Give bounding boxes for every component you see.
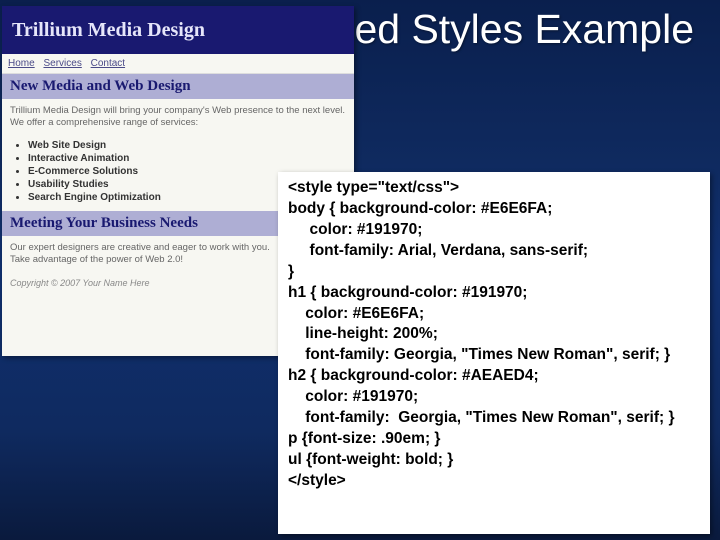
nav-link-home: Home: [8, 58, 35, 69]
example-h2-new-media: New Media and Web Design: [2, 74, 354, 99]
list-item: Interactive Animation: [28, 153, 346, 164]
nav-link-services: Services: [43, 58, 81, 69]
nav-link-contact: Contact: [91, 58, 125, 69]
meet-line2: Take advantage of the power of Web 2.0!: [10, 254, 183, 265]
meet-line1: Our expert designers are creative and ea…: [10, 242, 270, 253]
intro-line1: Trillium Media Design will bring your co…: [10, 105, 345, 116]
example-nav: Home Services Contact: [2, 54, 354, 74]
example-h1: Trillium Media Design: [2, 6, 354, 54]
list-item: Web Site Design: [28, 140, 346, 151]
example-intro: Trillium Media Design will bring your co…: [2, 99, 354, 136]
css-code-block: <style type="text/css"> body { backgroun…: [278, 172, 710, 534]
intro-line2: We offer a comprehensive range of servic…: [10, 117, 198, 128]
